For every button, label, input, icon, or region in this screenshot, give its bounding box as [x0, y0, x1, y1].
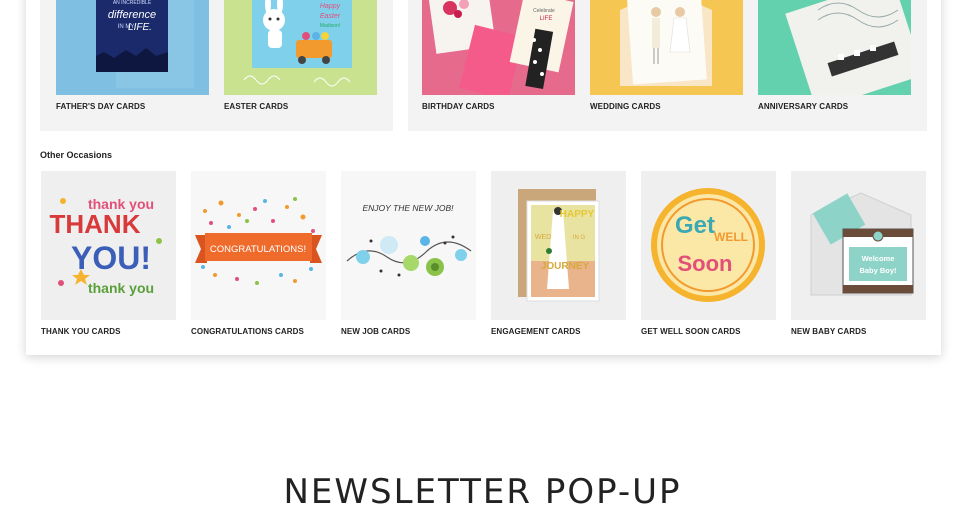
anniversary-label[interactable]: ANNIVERSARY CARDS: [758, 102, 848, 111]
easter-text-3: Madison!: [320, 23, 340, 29]
engagement-text-4: JOURNEY: [541, 261, 590, 272]
wedding-thumbnail: [590, 0, 743, 95]
engagement-card[interactable]: HAPPY WED IN G JOURNEY ENGAGEMENT CARDS: [491, 171, 626, 341]
congratulations-card[interactable]: CONGRATULATIONS! CONGRATULATIONS CARDS: [191, 171, 326, 341]
congratulations-text: CONGRATULATIONS!: [210, 244, 306, 255]
congratulations-label[interactable]: CONGRATULATIONS CARDS: [191, 327, 304, 336]
new-baby-text-1: Welcome: [862, 254, 895, 263]
easter-text-2: Easter: [320, 13, 341, 20]
thank-you-text-2: THANK: [50, 209, 141, 239]
new-baby-card[interactable]: Welcome Baby Boy! NEW BABY CARDS: [791, 171, 926, 341]
fathers-day-label[interactable]: FATHER'S DAY CARDS: [56, 102, 145, 111]
get-well-soon-label[interactable]: GET WELL SOON CARDS: [641, 327, 741, 336]
thank-you-text-4: thank you: [88, 280, 154, 296]
fathers-day-thumbnail: AN INCREDIBLE difference IN MY LIFE.: [56, 0, 209, 95]
easter-card[interactable]: Happy Easter Madison! EASTER CARDS: [224, 0, 377, 115]
engagement-text-2: WED: [535, 234, 551, 241]
get-well-text-3: Soon: [678, 251, 733, 276]
congratulations-thumbnail: CONGRATULATIONS!: [191, 171, 326, 320]
fathers-day-text-4: LIFE.: [128, 22, 152, 33]
birthday-text-1: Celebrate: [533, 8, 555, 14]
engagement-text-3: IN G: [573, 235, 586, 241]
thank-you-thumbnail: thank you THANK YOU! thank you: [41, 171, 176, 320]
thank-you-label[interactable]: THANK YOU CARDS: [41, 327, 121, 336]
new-baby-thumbnail: Welcome Baby Boy!: [791, 171, 926, 320]
new-job-label[interactable]: NEW JOB CARDS: [341, 327, 410, 336]
wedding-card[interactable]: WEDDING CARDS: [590, 0, 743, 115]
seasonal-group: AN INCREDIBLE difference IN MY LIFE. FAT…: [40, 0, 393, 131]
other-occasions-heading: Other Occasions: [40, 150, 113, 160]
get-well-soon-thumbnail: Get WELL Soon: [641, 171, 776, 320]
easter-text-1: Happy: [320, 3, 341, 10]
easter-thumbnail: Happy Easter Madison!: [224, 0, 377, 95]
fathers-day-card[interactable]: AN INCREDIBLE difference IN MY LIFE. FAT…: [56, 0, 209, 115]
new-job-card[interactable]: ENJOY THE NEW JOB! NEW JOB CARDS: [341, 171, 476, 341]
fathers-day-text-2: difference: [108, 9, 156, 21]
birthday-thumbnail: Celebrate LIFE: [422, 0, 575, 95]
wedding-label[interactable]: WEDDING CARDS: [590, 102, 661, 111]
thank-you-card[interactable]: thank you THANK YOU! thank you THANK YOU…: [41, 171, 176, 341]
new-job-thumbnail: ENJOY THE NEW JOB!: [341, 171, 476, 320]
birthday-text-2: LIFE: [540, 16, 553, 22]
engagement-thumbnail: HAPPY WED IN G JOURNEY: [491, 171, 626, 320]
get-well-text-2: WELL: [714, 230, 748, 244]
anniversary-thumbnail: [758, 0, 911, 95]
birthday-label[interactable]: BIRTHDAY CARDS: [422, 102, 495, 111]
engagement-label[interactable]: ENGAGEMENT CARDS: [491, 327, 581, 336]
anniversary-card[interactable]: ANNIVERSARY CARDS: [758, 0, 911, 115]
new-job-text: ENJOY THE NEW JOB!: [363, 203, 455, 213]
fathers-day-text-1: AN INCREDIBLE: [113, 0, 152, 6]
birthday-card[interactable]: Celebrate LIFE BIRTHDAY CARDS: [422, 0, 575, 115]
celebration-group: Celebrate LIFE BIRTHDAY CARDS WEDDING CA…: [408, 0, 927, 131]
easter-label[interactable]: EASTER CARDS: [224, 102, 288, 111]
get-well-text-1: Get: [675, 212, 715, 239]
get-well-soon-card[interactable]: Get WELL Soon GET WELL SOON CARDS: [641, 171, 776, 341]
new-baby-label[interactable]: NEW BABY CARDS: [791, 327, 866, 336]
thank-you-text-3: YOU!: [71, 240, 151, 276]
newsletter-heading: NEWSLETTER POP-UP: [283, 472, 682, 512]
engagement-text-1: HAPPY: [560, 209, 595, 220]
occasions-panel: AN INCREDIBLE difference IN MY LIFE. FAT…: [26, 0, 941, 355]
new-baby-text-2: Baby Boy!: [859, 266, 896, 275]
